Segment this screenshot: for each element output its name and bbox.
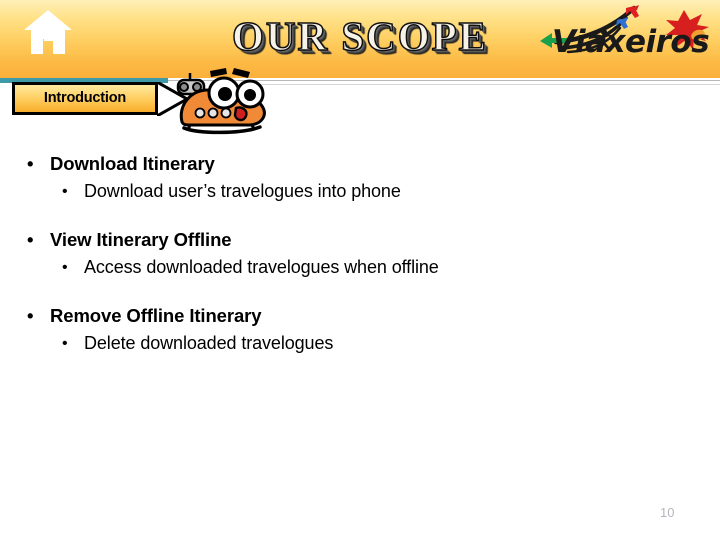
bullet-level2: • Access downloaded travelogues when off… bbox=[0, 253, 720, 282]
bullet-group: • Remove Offline Itinerary • Delete down… bbox=[0, 302, 720, 358]
slide-canvas: OUR SCOPE Viaxeiros Introduction • Downl… bbox=[0, 0, 720, 540]
mascot-vehicle-icon bbox=[168, 66, 278, 136]
bullet-level2-text: Delete downloaded travelogues bbox=[84, 333, 334, 353]
brand-logo[interactable]: Viaxeiros bbox=[538, 2, 720, 74]
bullet-level2-text: Download user’s travelogues into phone bbox=[84, 181, 401, 201]
brand-logo-text: Viaxeiros bbox=[552, 24, 710, 60]
bullet-level1: • Download Itinerary bbox=[0, 150, 720, 177]
content-body: • Download Itinerary • Download user’s t… bbox=[0, 150, 720, 378]
bullet-level2-text: Access downloaded travelogues when offli… bbox=[84, 257, 439, 277]
bullet-level1-text: Download Itinerary bbox=[50, 153, 215, 174]
bullet-level2: • Delete downloaded travelogues bbox=[0, 329, 720, 358]
section-tab-introduction[interactable]: Introduction bbox=[12, 82, 158, 115]
bullet-group: • View Itinerary Offline • Access downlo… bbox=[0, 226, 720, 282]
bullet-level1: • Remove Offline Itinerary bbox=[0, 302, 720, 329]
bullet-level2: • Download user’s travelogues into phone bbox=[0, 177, 720, 206]
bullet-marker: • bbox=[62, 335, 68, 352]
bullet-level1: • View Itinerary Offline bbox=[0, 226, 720, 253]
bullet-group: • Download Itinerary • Download user’s t… bbox=[0, 150, 720, 206]
header-hairline-secondary bbox=[250, 84, 720, 85]
bullet-level1-text: View Itinerary Offline bbox=[50, 229, 232, 250]
section-tab-label: Introduction bbox=[43, 90, 127, 106]
bullet-marker: • bbox=[27, 153, 34, 174]
bullet-marker: • bbox=[27, 305, 34, 326]
page-number: 10 bbox=[660, 505, 675, 520]
home-icon[interactable] bbox=[22, 8, 74, 56]
bullet-marker: • bbox=[62, 259, 68, 276]
bullet-marker: • bbox=[62, 183, 68, 200]
bullet-marker: • bbox=[27, 229, 34, 250]
bullet-level1-text: Remove Offline Itinerary bbox=[50, 305, 262, 326]
